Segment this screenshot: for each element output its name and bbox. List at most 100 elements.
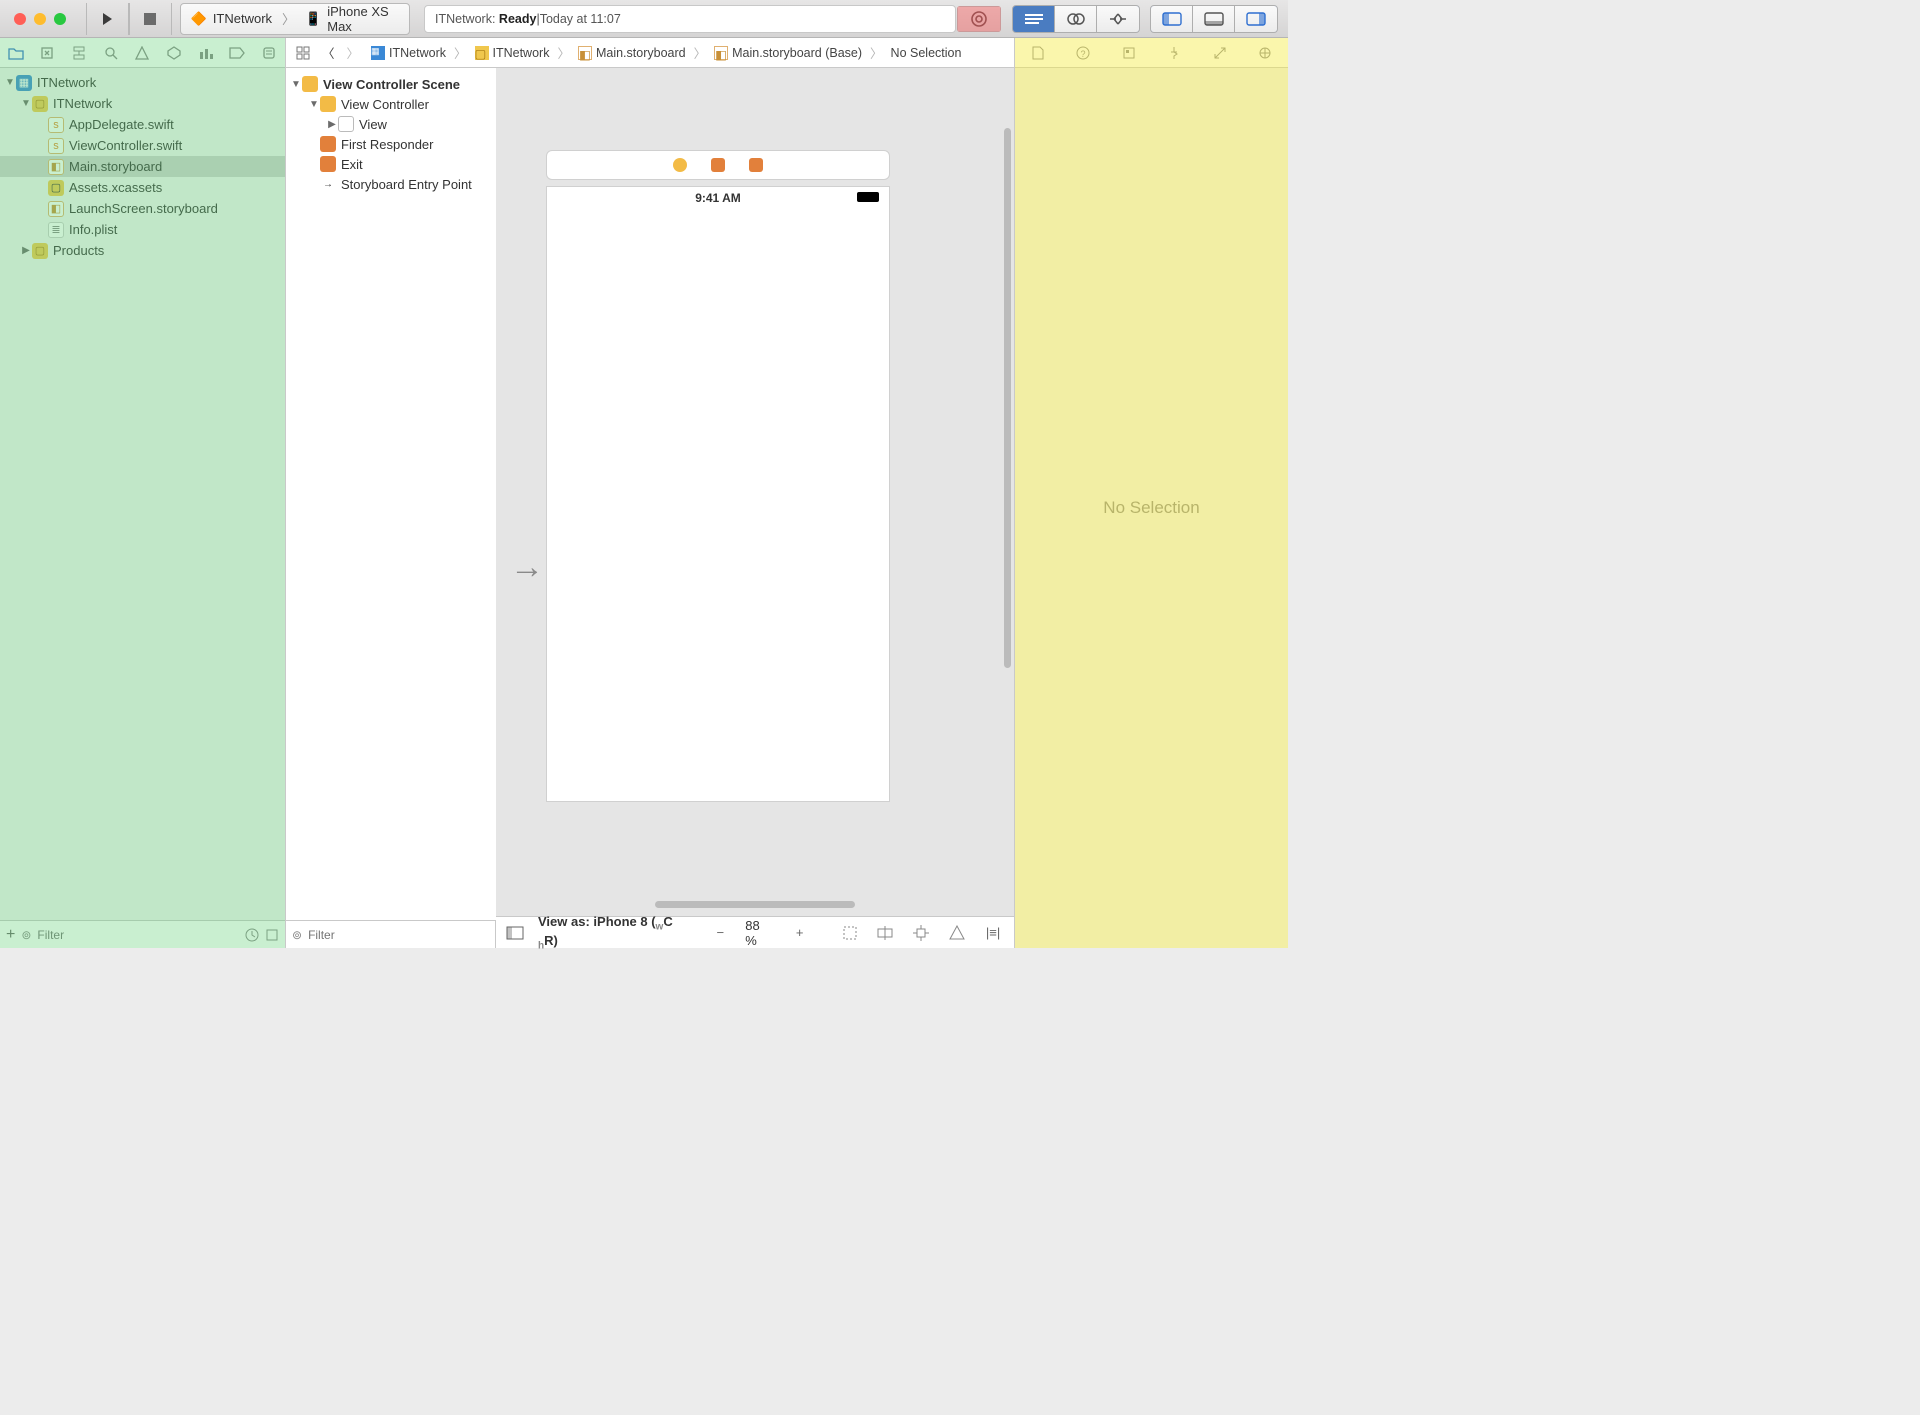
filter-icon[interactable]: ⊚ bbox=[21, 928, 31, 942]
breakpoint-navigator-tab[interactable] bbox=[226, 42, 248, 64]
outline-filter-input[interactable] bbox=[308, 928, 489, 942]
chevron-right-icon: 〉 bbox=[454, 43, 467, 62]
document-outline: ▼ View Controller Scene ▼ View Controlle… bbox=[286, 68, 496, 948]
disclosure-triangle-icon[interactable]: ▼ bbox=[20, 98, 32, 109]
tree-project-root[interactable]: ▼ ▦ ITNetwork bbox=[0, 72, 285, 93]
tree-label: Products bbox=[53, 243, 104, 258]
toggle-outline-button[interactable] bbox=[506, 926, 524, 940]
close-window-button[interactable] bbox=[14, 13, 26, 25]
view-icon bbox=[338, 116, 354, 132]
disclosure-triangle-icon[interactable]: ▶ bbox=[326, 119, 338, 130]
connections-inspector-tab[interactable] bbox=[1254, 42, 1276, 64]
recent-filter-button[interactable] bbox=[245, 928, 259, 942]
view-controller-icon[interactable] bbox=[673, 158, 687, 172]
jump-bar-item[interactable]: ▢ITNetwork bbox=[471, 46, 554, 60]
minimize-window-button[interactable] bbox=[34, 13, 46, 25]
size-inspector-tab[interactable] bbox=[1209, 42, 1231, 64]
library-button[interactable] bbox=[957, 6, 1001, 32]
ib-canvas[interactable]: → 9:41 AM bbox=[496, 68, 1014, 916]
disclosure-triangle-icon[interactable]: ▼ bbox=[4, 77, 16, 88]
first-responder-icon[interactable] bbox=[711, 158, 725, 172]
disclosure-triangle-icon[interactable]: ▼ bbox=[290, 79, 302, 90]
main-split: ▼ ▦ ITNetwork ▼ ▢ ITNetwork s AppDelegat… bbox=[0, 38, 1288, 948]
inspector-tabs: ? bbox=[1015, 38, 1288, 68]
entry-point-arrow[interactable]: → bbox=[510, 548, 544, 587]
view-as-label[interactable]: View as: iPhone 8 (wC hR) bbox=[538, 914, 695, 951]
tree-file[interactable]: ≣ Info.plist bbox=[0, 219, 285, 240]
forward-button[interactable]: 〉 bbox=[343, 43, 364, 62]
zoom-in-button[interactable]: + bbox=[789, 922, 811, 944]
scheme-selector[interactable]: 🔶 ITNetwork 〉 📱 iPhone XS Max bbox=[180, 3, 410, 35]
jump-bar-item[interactable]: No Selection bbox=[887, 46, 966, 60]
swift-file-icon: s bbox=[48, 117, 64, 133]
scm-filter-button[interactable] bbox=[265, 928, 279, 942]
toggle-navigator-button[interactable] bbox=[1151, 6, 1193, 32]
jump-bar-item[interactable]: ◧Main.storyboard (Base) bbox=[710, 46, 866, 60]
attributes-inspector-tab[interactable] bbox=[1163, 42, 1185, 64]
outline-view[interactable]: ▶ View bbox=[286, 114, 496, 134]
scheme-destination[interactable]: 📱 iPhone XS Max bbox=[295, 4, 409, 34]
tree-products[interactable]: ▶ ▢ Products bbox=[0, 240, 285, 261]
assistant-editor-button[interactable] bbox=[1055, 6, 1097, 32]
project-tree[interactable]: ▼ ▦ ITNetwork ▼ ▢ ITNetwork s AppDelegat… bbox=[0, 68, 285, 920]
tree-label: Assets.xcassets bbox=[69, 180, 162, 195]
project-navigator-tab[interactable] bbox=[5, 42, 27, 64]
disclosure-triangle-icon[interactable]: ▶ bbox=[20, 245, 32, 256]
chevron-right-icon: 〉 bbox=[870, 43, 883, 62]
scheme-device-label: iPhone XS Max bbox=[327, 4, 399, 34]
pin-button[interactable] bbox=[910, 922, 932, 944]
exit-icon[interactable] bbox=[749, 158, 763, 172]
tree-file[interactable]: s AppDelegate.swift bbox=[0, 114, 285, 135]
outline-vc[interactable]: ▼ View Controller bbox=[286, 94, 496, 114]
device-canvas[interactable]: 9:41 AM bbox=[546, 186, 890, 802]
stop-button[interactable] bbox=[129, 3, 172, 35]
jump-bar-item[interactable]: ◧Main.storyboard bbox=[574, 46, 690, 60]
outline-tree[interactable]: ▼ View Controller Scene ▼ View Controlle… bbox=[286, 68, 496, 920]
navigator-filter-input[interactable] bbox=[37, 928, 239, 942]
disclosure-triangle-icon[interactable]: ▼ bbox=[308, 99, 320, 110]
tree-file[interactable]: s ViewController.swift bbox=[0, 135, 285, 156]
add-button[interactable]: + bbox=[6, 926, 15, 944]
file-inspector-tab[interactable] bbox=[1027, 42, 1049, 64]
scene-dock[interactable] bbox=[546, 150, 890, 180]
outline-scene[interactable]: ▼ View Controller Scene bbox=[286, 74, 496, 94]
identity-inspector-tab[interactable] bbox=[1118, 42, 1140, 64]
tree-group[interactable]: ▼ ▢ ITNetwork bbox=[0, 93, 285, 114]
find-navigator-tab[interactable] bbox=[100, 42, 122, 64]
symbol-navigator-tab[interactable] bbox=[68, 42, 90, 64]
report-navigator-tab[interactable] bbox=[258, 42, 280, 64]
toggle-debug-area-button[interactable] bbox=[1193, 6, 1235, 32]
storyboard-file-icon: ◧ bbox=[578, 46, 592, 60]
tree-file-selected[interactable]: ◧ Main.storyboard bbox=[0, 156, 285, 177]
arrow-right-icon: → bbox=[320, 176, 336, 192]
zoom-window-button[interactable] bbox=[54, 13, 66, 25]
zoom-out-button[interactable]: − bbox=[709, 922, 731, 944]
toggle-inspector-button[interactable] bbox=[1235, 6, 1277, 32]
vertical-scrollbar[interactable] bbox=[1004, 128, 1011, 668]
jump-bar-item[interactable]: ▦ITNetwork bbox=[367, 46, 450, 60]
outline-first-responder[interactable]: First Responder bbox=[286, 134, 496, 154]
horizontal-scrollbar[interactable] bbox=[655, 901, 855, 908]
filter-icon[interactable]: ⊚ bbox=[292, 928, 302, 942]
back-button[interactable]: 〈 bbox=[318, 43, 339, 62]
outline-entry-point[interactable]: → Storyboard Entry Point bbox=[286, 174, 496, 194]
test-navigator-tab[interactable] bbox=[163, 42, 185, 64]
tree-file[interactable]: ▢ Assets.xcassets bbox=[0, 177, 285, 198]
run-button[interactable] bbox=[86, 3, 129, 35]
embed-stack-button[interactable]: |≡| bbox=[982, 922, 1004, 944]
related-items-button[interactable] bbox=[292, 46, 314, 60]
outline-exit[interactable]: Exit bbox=[286, 154, 496, 174]
debug-navigator-tab[interactable] bbox=[195, 42, 217, 64]
align-button[interactable] bbox=[874, 922, 896, 944]
issue-navigator-tab[interactable] bbox=[131, 42, 153, 64]
resolve-issues-button[interactable] bbox=[946, 922, 968, 944]
quick-help-tab[interactable]: ? bbox=[1072, 42, 1094, 64]
source-control-navigator-tab[interactable] bbox=[36, 42, 58, 64]
embed-in-button[interactable] bbox=[839, 922, 861, 944]
tree-file[interactable]: ◧ LaunchScreen.storyboard bbox=[0, 198, 285, 219]
scheme-target[interactable]: 🔶 ITNetwork bbox=[181, 11, 282, 27]
version-editor-button[interactable] bbox=[1097, 6, 1139, 32]
standard-editor-button[interactable] bbox=[1013, 6, 1055, 32]
tree-label: LaunchScreen.storyboard bbox=[69, 201, 218, 216]
panel-toggle-group bbox=[1150, 5, 1278, 33]
